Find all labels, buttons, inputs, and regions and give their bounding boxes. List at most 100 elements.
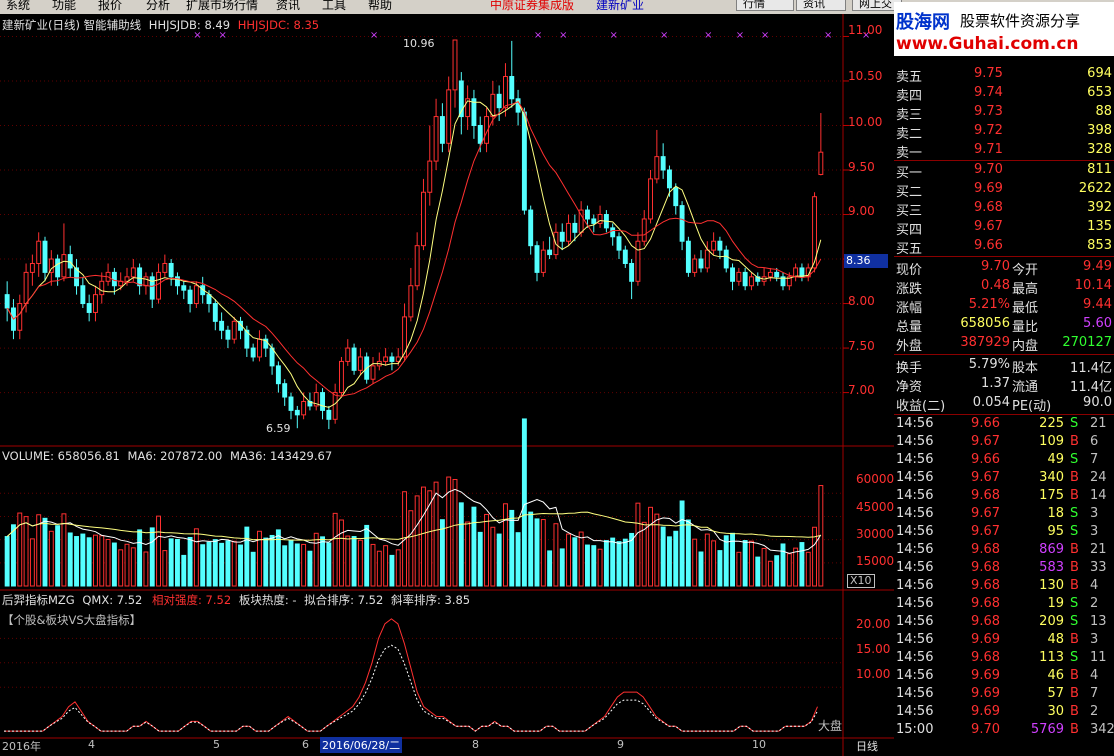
volume-bar	[383, 545, 389, 587]
tick-price: 9.69	[971, 632, 1000, 647]
volume-bar	[162, 550, 168, 587]
period-label[interactable]: 日线	[856, 738, 878, 754]
ask-row: 卖二 9.72 398	[894, 123, 1114, 142]
volume-bar	[67, 532, 73, 587]
volume-bar	[282, 545, 288, 587]
candle-body	[219, 320, 225, 331]
tick-side: B	[1070, 704, 1079, 719]
menu-tools[interactable]: 工具	[322, 0, 346, 13]
stat-label: 内盘	[1012, 339, 1039, 354]
volume-bar	[540, 519, 546, 587]
volume-bar	[168, 538, 174, 587]
broker-name: 中原证券集成版	[490, 0, 575, 12]
watermark-logo: 股海网 股票软件资源分享 www.Guhai.com.cn	[894, 2, 1114, 56]
stat-label: 量比	[1012, 320, 1039, 335]
tick-row: 14:56 9.67 340 B 24	[894, 470, 1114, 488]
volume-bar	[130, 547, 136, 587]
volume-bar	[124, 543, 130, 587]
tick-volume: 18	[1047, 506, 1064, 521]
volume-tick: 60000	[856, 472, 895, 486]
candle-body	[730, 267, 735, 282]
volume-bar	[698, 551, 704, 587]
indicator-qmx: QMX: 7.52	[82, 593, 143, 607]
tick-count: 21	[1090, 542, 1107, 557]
candle-body	[61, 254, 67, 278]
volume-bar	[414, 495, 420, 587]
menu-function[interactable]: 功能	[52, 0, 76, 13]
menu-help[interactable]: 帮助	[368, 0, 392, 13]
candle-body	[648, 178, 653, 220]
menu-system[interactable]: 系统	[6, 0, 30, 13]
menu-news[interactable]: 资讯	[276, 0, 300, 13]
candle-body	[187, 289, 193, 305]
candle-body	[389, 356, 395, 362]
tick-price: 9.68	[971, 596, 1000, 611]
time-label: 2016年	[2, 740, 41, 753]
candle-body	[275, 365, 281, 385]
volume-bar	[465, 521, 471, 587]
volume-bar	[86, 537, 92, 587]
indicator-tick: 20.00	[856, 617, 891, 631]
volume-bar	[673, 530, 679, 587]
candle-body	[679, 205, 685, 242]
stat-label: 总量	[896, 320, 923, 335]
bid-price: 9.67	[974, 219, 1003, 234]
volume-bar	[370, 543, 376, 587]
current-price-tag: 8.36	[844, 254, 888, 268]
tick-time: 14:56	[896, 416, 934, 431]
candle-body	[162, 262, 168, 273]
time-label: 8	[472, 738, 479, 751]
ask-label: 卖四	[896, 89, 923, 104]
stat-row: 涨跌 0.48 最高 10.14	[894, 278, 1114, 297]
bid-row: 买五 9.66 853	[894, 238, 1114, 257]
candle-body	[635, 240, 641, 282]
candle-body	[528, 209, 534, 247]
volume-bar	[395, 549, 401, 587]
menu-analysis[interactable]: 分析	[146, 0, 170, 13]
stat-label: 最高	[1012, 282, 1039, 297]
volume-bar	[93, 534, 98, 587]
indicator-strength: 相对强度: 7.52	[152, 593, 232, 607]
time-axis: 2016年 4 5 6 2016/06/28/二 8 9 10 日线	[0, 737, 894, 756]
candle-body	[301, 400, 307, 416]
toolbar-quote-button[interactable]: 行情	[736, 0, 794, 11]
low-marker: 6.59	[266, 422, 291, 435]
volume-bar	[181, 554, 187, 587]
bid-price: 9.70	[974, 162, 1003, 177]
volume-bar	[496, 533, 502, 587]
signal-marker: ×	[824, 30, 832, 41]
tick-price: 9.68	[971, 578, 1000, 593]
tick-row: 14:56 9.68 209 S 13	[894, 614, 1114, 632]
toolbar-news-button[interactable]: 资讯	[796, 0, 846, 11]
candle-body	[383, 356, 389, 362]
candle-body	[534, 245, 540, 273]
price-tick: 10.00	[848, 115, 883, 129]
candle-body	[345, 347, 351, 362]
signal-marker: ×	[736, 30, 744, 41]
tick-time: 14:56	[896, 632, 934, 647]
candle-body	[572, 222, 578, 233]
ask-row: 卖四 9.74 653	[894, 85, 1114, 104]
volume-bar	[11, 524, 16, 587]
tick-time: 14:56	[896, 452, 934, 467]
tick-volume: 209	[1039, 614, 1064, 629]
tick-time: 14:56	[896, 488, 934, 503]
volume-bar	[559, 548, 565, 587]
volume-bar	[23, 516, 29, 587]
market-label: 大盘	[818, 719, 843, 733]
candle-body	[597, 214, 603, 224]
tick-price: 9.68	[971, 560, 1000, 575]
tick-volume: 19	[1047, 596, 1064, 611]
chart-area[interactable]: × × × × × × × × × × × ×	[0, 14, 894, 756]
tick-side: S	[1070, 416, 1079, 431]
menu-ext-market[interactable]: 扩展市场行情	[186, 0, 258, 13]
candle-body	[704, 249, 710, 269]
volume-bar	[786, 553, 792, 587]
menu-quote[interactable]: 报价	[98, 0, 122, 13]
volume-bar	[648, 506, 653, 587]
chart-title: 建新矿业(日线) 智能辅助线	[2, 18, 142, 32]
indicator-subtitle: 【个股&板块VS大盘指标】	[2, 613, 142, 627]
candle-body	[421, 191, 426, 247]
tick-price: 9.67	[971, 434, 1000, 449]
bid-row: 买四 9.67 135	[894, 219, 1114, 238]
